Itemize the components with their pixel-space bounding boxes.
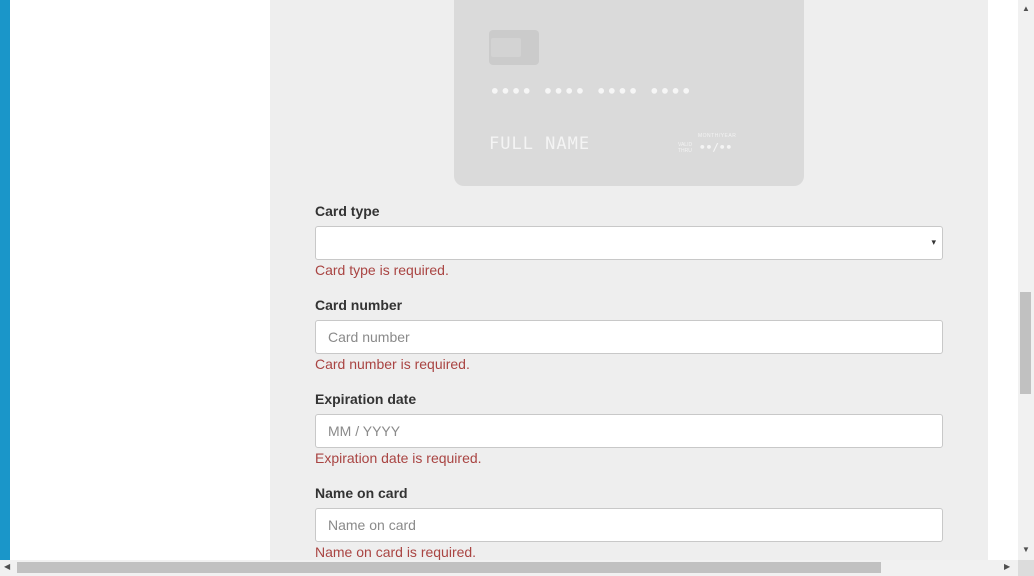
expiration-date-error: Expiration date is required. bbox=[315, 450, 482, 466]
vertical-scrollbar[interactable]: ▲ ▼ bbox=[1018, 0, 1034, 560]
accent-edge bbox=[0, 0, 10, 560]
card-type-error: Card type is required. bbox=[315, 262, 449, 278]
card-number-error: Card number is required. bbox=[315, 356, 470, 372]
left-panel bbox=[10, 0, 270, 560]
scroll-right-icon[interactable]: ▶ bbox=[1004, 562, 1010, 571]
scroll-up-icon[interactable]: ▲ bbox=[1022, 4, 1030, 13]
credit-card-preview: •••• •••• •••• •••• FULL NAME MONTH/YEAR… bbox=[454, 0, 804, 186]
card-chip-icon bbox=[489, 30, 539, 65]
expiration-date-field bbox=[315, 414, 943, 448]
name-on-card-field bbox=[315, 508, 943, 542]
card-preview-valid-label: MONTH/YEAR bbox=[698, 133, 737, 139]
card-preview-name: FULL NAME bbox=[489, 134, 591, 154]
card-number-field bbox=[315, 320, 943, 354]
card-type-select[interactable]: ▾ bbox=[315, 226, 943, 260]
name-on-card-input[interactable] bbox=[316, 509, 940, 541]
scrollbar-corner bbox=[1018, 560, 1034, 576]
payment-form-panel: •••• •••• •••• •••• FULL NAME MONTH/YEAR… bbox=[270, 0, 988, 560]
chevron-down-icon: ▾ bbox=[931, 237, 936, 247]
card-number-input[interactable] bbox=[316, 321, 940, 353]
name-on-card-label: Name on card bbox=[315, 485, 408, 501]
expiration-date-input[interactable] bbox=[316, 415, 940, 447]
name-on-card-error: Name on card is required. bbox=[315, 544, 477, 560]
right-panel bbox=[988, 0, 1018, 560]
card-type-label: Card type bbox=[315, 203, 380, 219]
card-preview-good-thru: VALID THRU bbox=[678, 142, 693, 154]
card-preview-expiry: ••/•• bbox=[699, 141, 733, 154]
horizontal-scroll-thumb[interactable] bbox=[17, 562, 881, 573]
horizontal-scrollbar[interactable]: ◀ ▶ bbox=[0, 560, 1018, 576]
scroll-down-icon[interactable]: ▼ bbox=[1022, 545, 1030, 554]
vertical-scroll-thumb[interactable] bbox=[1020, 292, 1031, 394]
card-number-label: Card number bbox=[315, 297, 403, 313]
scroll-left-icon[interactable]: ◀ bbox=[4, 562, 10, 571]
expiration-date-label: Expiration date bbox=[315, 391, 417, 407]
card-preview-number: •••• •••• •••• •••• bbox=[490, 82, 693, 101]
